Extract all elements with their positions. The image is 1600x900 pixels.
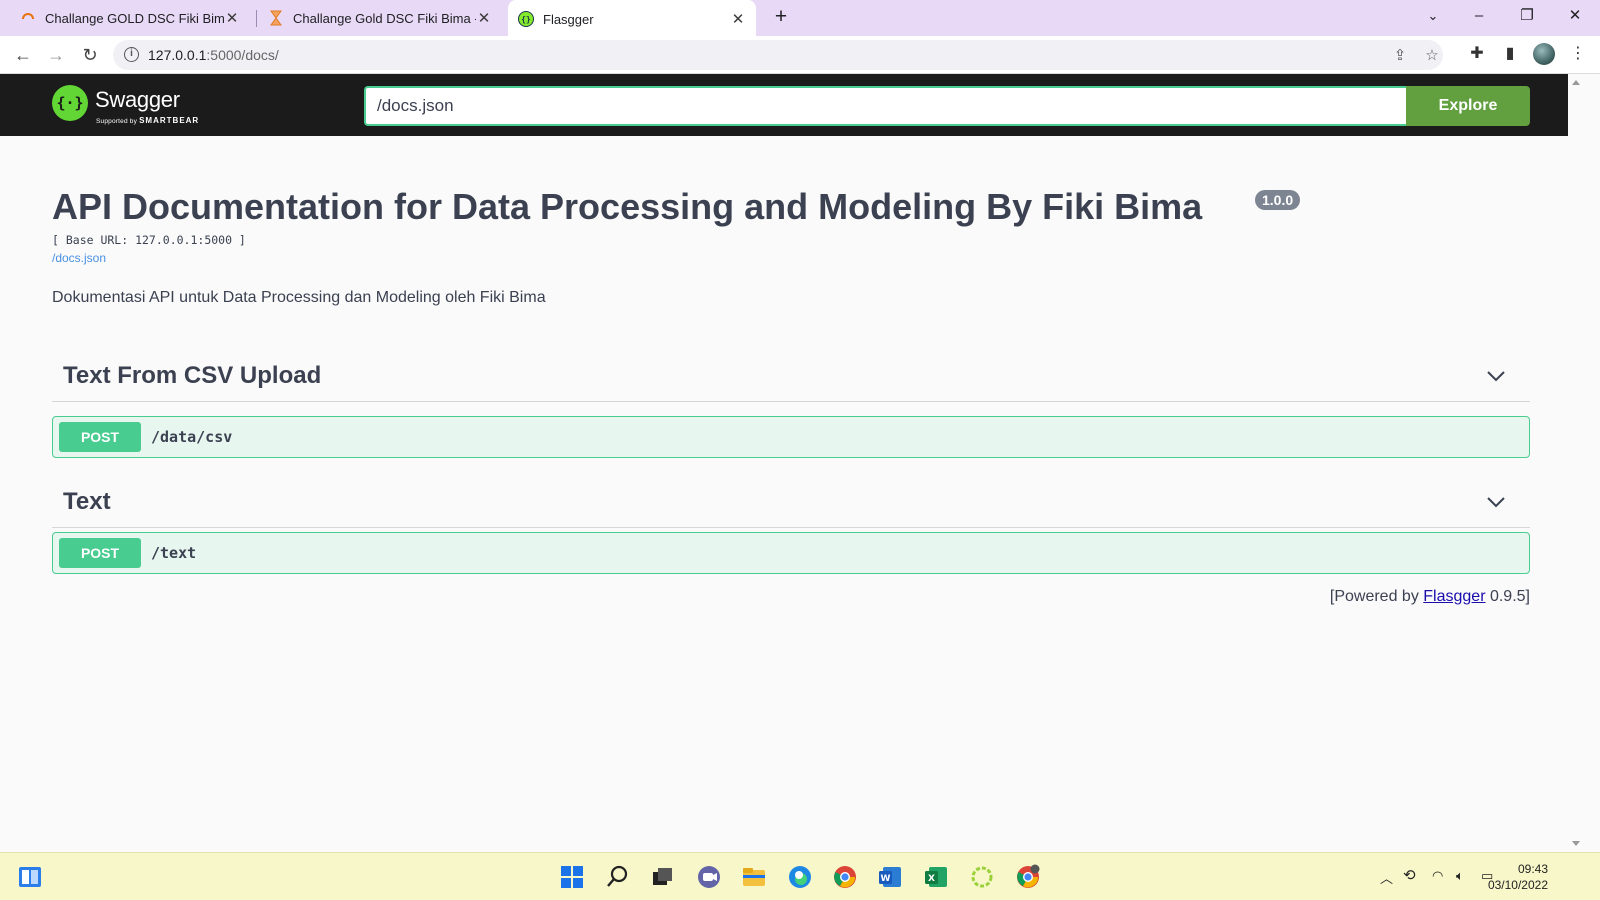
chevron-down-icon[interactable] bbox=[1486, 366, 1506, 386]
widgets-icon[interactable] bbox=[16, 863, 44, 891]
reload-icon[interactable]: ↻ bbox=[77, 42, 103, 68]
spec-url-input[interactable] bbox=[364, 86, 1406, 126]
tab-separator bbox=[256, 10, 257, 27]
svg-text:{}: {} bbox=[521, 15, 531, 24]
minimize-button[interactable]: – bbox=[1456, 0, 1502, 34]
powered-prefix: [Powered by bbox=[1329, 588, 1424, 605]
tab-title: Challange GOLD DSC Fiki Bima/ bbox=[45, 10, 224, 26]
swagger-brand: Swagger bbox=[95, 87, 180, 112]
side-panel-icon[interactable]: ▮ bbox=[1498, 42, 1522, 66]
flasgger-link[interactable]: Flasgger bbox=[1423, 588, 1485, 605]
chevron-down-icon[interactable] bbox=[1486, 492, 1506, 512]
svg-text:W: W bbox=[881, 874, 891, 884]
browser-tab-1[interactable]: Challange GOLD DSC Fiki Bima/ ✕ bbox=[10, 0, 250, 36]
address-bar[interactable]: i 127.0.0.1:5000/docs/ ⇪ ☆ bbox=[113, 40, 1443, 70]
chrome-browser-icon[interactable] bbox=[831, 863, 859, 891]
browser-tab-active[interactable]: {} Flasgger ✕ bbox=[508, 0, 756, 38]
base-url: [ Base URL: 127.0.0.1:5000 ] bbox=[52, 233, 246, 247]
url-host: 127.0.0.1 bbox=[148, 47, 207, 63]
volume-icon[interactable]: 🔈︎ bbox=[1456, 868, 1464, 884]
operation-path: /data/csv bbox=[151, 428, 233, 446]
forward-arrow-icon[interactable]: → bbox=[43, 42, 69, 68]
tab-title: Flasgger bbox=[543, 11, 594, 27]
powered-suffix: 0.9.5] bbox=[1485, 588, 1530, 605]
edge-browser-icon[interactable] bbox=[786, 863, 814, 891]
loading-spinner-icon bbox=[22, 13, 34, 20]
page-scrollbar[interactable] bbox=[1568, 74, 1584, 852]
search-icon[interactable] bbox=[604, 863, 632, 891]
word-app-icon[interactable]: W bbox=[876, 863, 904, 891]
windows-start-icon[interactable] bbox=[558, 863, 586, 891]
bookmark-star-icon[interactable]: ☆ bbox=[1421, 45, 1443, 67]
svg-text:X: X bbox=[928, 874, 935, 884]
sync-icon[interactable]: ⟲ bbox=[1403, 866, 1416, 884]
close-tab-icon[interactable]: ✕ bbox=[730, 10, 746, 28]
swagger-brand-sub: Supported by SMARTBEAR bbox=[96, 116, 199, 125]
browser-toolbar: ← → ↻ i 127.0.0.1:5000/docs/ ⇪ ☆ bbox=[0, 36, 1600, 74]
share-icon[interactable]: ⇪ bbox=[1389, 45, 1411, 67]
swagger-logo-icon[interactable]: {·} bbox=[52, 85, 88, 121]
scroll-down-arrow-icon[interactable] bbox=[1572, 841, 1580, 846]
api-title: API Documentation for Data Processing an… bbox=[52, 186, 1203, 227]
swagger-favicon-icon: {} bbox=[518, 11, 534, 27]
scroll-up-arrow-icon[interactable] bbox=[1572, 80, 1580, 85]
show-hidden-icons-chevron-icon[interactable]: ︿ bbox=[1380, 868, 1393, 887]
site-info-icon[interactable]: i bbox=[124, 47, 139, 62]
extensions-puzzle-icon[interactable]: ✚ bbox=[1465, 42, 1489, 66]
excel-app-icon[interactable]: X bbox=[922, 863, 950, 891]
close-tab-icon[interactable]: ✕ bbox=[224, 9, 240, 27]
tag-header-text[interactable]: Text bbox=[52, 478, 1530, 528]
version-badge: 1.0.0 bbox=[1255, 190, 1301, 210]
windows-taskbar: W X ︿ ⟲ ◠ 🔈︎ ▭ 09:43 03/10/2022 bbox=[0, 852, 1600, 900]
url-path: :5000/docs/ bbox=[206, 47, 279, 63]
brand-company: SMARTBEAR bbox=[139, 116, 200, 125]
close-tab-icon[interactable]: ✕ bbox=[476, 9, 492, 27]
chrome-profile-icon[interactable] bbox=[1014, 863, 1042, 891]
taskbar-clock[interactable]: 09:43 03/10/2022 bbox=[1488, 861, 1548, 893]
explore-button[interactable]: Explore bbox=[1406, 86, 1530, 126]
teams-chat-icon[interactable] bbox=[695, 863, 723, 891]
circular-app-icon[interactable] bbox=[968, 863, 996, 891]
tag-title: Text bbox=[63, 488, 111, 515]
window-close-button[interactable]: ✕ bbox=[1552, 0, 1598, 34]
operation-path: /text bbox=[151, 544, 197, 562]
new-tab-button[interactable]: + bbox=[768, 4, 794, 32]
menu-kebab-icon[interactable]: ⋮ bbox=[1566, 42, 1590, 66]
powered-by: [Powered by Flasgger 0.9.5] bbox=[1330, 588, 1530, 606]
tab-search-chevron-icon[interactable]: ⌄ bbox=[1410, 0, 1456, 34]
tag-title: Text From CSV Upload bbox=[63, 362, 322, 389]
restore-button[interactable]: ❐ bbox=[1504, 0, 1550, 34]
task-view-icon[interactable] bbox=[649, 863, 677, 891]
browser-tab-2[interactable]: Challange Gold DSC Fiki Bima - J ✕ bbox=[258, 0, 502, 36]
tab-title: Challange Gold DSC Fiki Bima - J bbox=[293, 10, 476, 26]
file-explorer-icon[interactable] bbox=[740, 863, 768, 891]
clock-time: 09:43 bbox=[1517, 862, 1548, 876]
profile-avatar[interactable] bbox=[1533, 43, 1555, 65]
operation-post-data-csv[interactable]: POST /data/csv bbox=[52, 416, 1530, 458]
hourglass-icon bbox=[270, 10, 282, 26]
tag-header-csv-upload[interactable]: Text From CSV Upload bbox=[52, 352, 1530, 402]
back-arrow-icon[interactable]: ← bbox=[10, 42, 36, 68]
method-badge: POST bbox=[59, 538, 141, 568]
browser-tab-strip: Challange GOLD DSC Fiki Bima/ ✕ Challang… bbox=[0, 0, 1600, 38]
brand-sub-text: Supported by bbox=[96, 118, 138, 125]
spec-json-link[interactable]: /docs.json bbox=[52, 251, 106, 265]
url-text[interactable]: 127.0.0.1:5000/docs/ bbox=[148, 47, 279, 63]
wifi-icon[interactable]: ◠ bbox=[1432, 868, 1443, 884]
operation-post-text[interactable]: POST /text bbox=[52, 532, 1530, 574]
api-description: Dokumentasi API untuk Data Processing da… bbox=[52, 289, 546, 306]
clock-date: 03/10/2022 bbox=[1487, 878, 1548, 892]
method-badge: POST bbox=[59, 422, 141, 452]
